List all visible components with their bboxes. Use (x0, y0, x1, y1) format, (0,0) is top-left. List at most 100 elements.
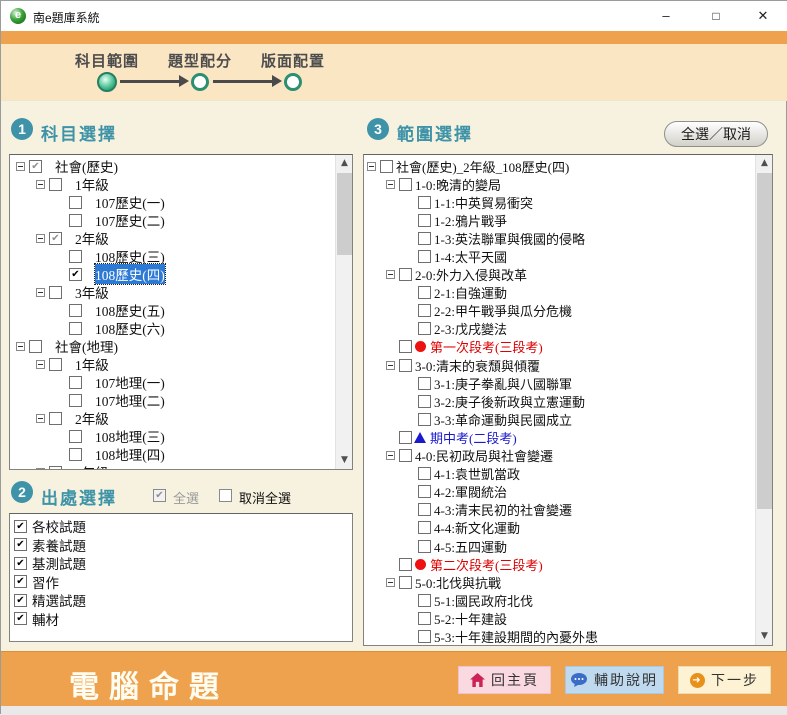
tree-row[interactable]: 社會(歷史)_2年級_108歷史(四) (364, 157, 754, 175)
scrollbar-thumb[interactable] (337, 173, 352, 255)
tree-node-label[interactable]: 社會(地理) (55, 336, 118, 356)
tree-node-label[interactable]: 3年級 (75, 282, 109, 302)
source-item-checkbox[interactable]: ✔ (14, 612, 27, 625)
tree-node-checkbox[interactable] (418, 503, 431, 516)
collapse-toggle-icon[interactable] (16, 342, 25, 351)
tree-row[interactable]: ✔108歷史(四) (10, 265, 334, 283)
subject-tree-scrollbar[interactable]: ▲ ▼ (335, 155, 352, 469)
collapse-toggle-icon[interactable] (36, 360, 45, 369)
tree-node-checkbox[interactable] (69, 322, 82, 335)
tree-node-label[interactable]: 107地理(一) (95, 372, 165, 392)
tree-node-label[interactable]: 期中考(二段考) (430, 428, 517, 447)
source-item[interactable]: ✔精選試題 (10, 591, 352, 610)
tree-row[interactable]: 4-0:民初政局與社會變遷 (364, 447, 754, 465)
tree-node-checkbox[interactable] (69, 448, 82, 461)
collapse-toggle-icon[interactable] (367, 162, 376, 171)
tree-node-checkbox[interactable] (418, 540, 431, 553)
collapse-toggle-icon[interactable] (36, 234, 45, 243)
tree-node-checkbox[interactable] (399, 268, 412, 281)
tree-row[interactable]: 3-3:革命運動與民國成立 (364, 410, 754, 428)
tree-node-label[interactable]: 1-3:英法聯軍與俄國的侵略 (434, 229, 585, 248)
tree-row[interactable]: 2年級 (10, 409, 334, 427)
tree-node-label[interactable]: 1-0:晚清的變局 (415, 175, 501, 194)
step-circle-3[interactable] (284, 73, 302, 91)
tree-row[interactable]: 1年級 (10, 355, 334, 373)
tree-node-label[interactable]: 1-1:中英貿易衝突 (434, 193, 533, 212)
tree-node-label[interactable]: 108歷史(五) (95, 300, 165, 320)
collapse-toggle-icon[interactable] (16, 162, 25, 171)
tree-node-label[interactable]: 3-3:革命運動與民國成立 (434, 410, 572, 429)
tree-node-checkbox[interactable] (49, 412, 62, 425)
source-item-checkbox[interactable]: ✔ (14, 520, 27, 533)
tree-node-label[interactable]: 107地理(二) (95, 390, 165, 410)
source-item[interactable]: ✔輔材 (10, 610, 352, 629)
tree-node-checkbox[interactable] (29, 340, 42, 353)
step-circle-1-active[interactable] (97, 72, 117, 92)
select-all-toggle-button[interactable]: 全選／取消 (664, 121, 768, 147)
tree-node-checkbox[interactable]: ✔ (29, 160, 42, 173)
tree-node-label[interactable]: 1年級 (75, 354, 109, 374)
tree-node-checkbox[interactable] (69, 394, 82, 407)
tree-row[interactable]: 3年級 (10, 283, 334, 301)
tree-node-label[interactable]: 4-2:軍閥統治 (434, 482, 507, 501)
tree-row[interactable]: 5-0:北伐與抗戰 (364, 573, 754, 591)
scroll-up-icon[interactable]: ▲ (756, 155, 773, 172)
collapse-toggle-icon[interactable] (386, 578, 395, 587)
tree-node-checkbox[interactable] (49, 178, 62, 191)
tree-row[interactable]: 3-0:清末的衰頹與傾覆 (364, 356, 754, 374)
tree-node-label[interactable]: 1-4:太平天國 (434, 247, 507, 266)
tree-row[interactable]: 期中考(二段考) (364, 428, 754, 446)
tree-node-checkbox[interactable] (399, 431, 412, 444)
tree-row[interactable]: 第一次段考(三段考) (364, 338, 754, 356)
collapse-toggle-icon[interactable] (36, 180, 45, 189)
tree-row[interactable]: 1-4:太平天國 (364, 247, 754, 265)
tree-node-checkbox[interactable] (69, 196, 82, 209)
tree-row[interactable]: 108歷史(三) (10, 247, 334, 265)
tree-node-label[interactable]: 第二次段考(三段考) (430, 555, 543, 574)
tree-node-checkbox[interactable] (69, 304, 82, 317)
tree-row[interactable]: 社會(地理) (10, 337, 334, 355)
tree-row[interactable]: 5-3:十年建設期間的內憂外患 (364, 627, 754, 645)
tree-node-checkbox[interactable] (418, 232, 431, 245)
home-button[interactable]: 回主頁 (458, 666, 551, 694)
source-item[interactable]: ✔各校試題 (10, 517, 352, 536)
scroll-up-icon[interactable]: ▲ (336, 155, 353, 172)
tree-row[interactable]: 108地理(三) (10, 427, 334, 445)
tree-node-checkbox[interactable] (418, 377, 431, 390)
tree-row[interactable]: 4-4:新文化運動 (364, 519, 754, 537)
tree-node-label[interactable]: 4-3:清末民初的社會變遷 (434, 500, 572, 519)
tree-row[interactable]: 5-2:十年建設 (364, 609, 754, 627)
tree-row[interactable]: 1-2:鴉片戰爭 (364, 211, 754, 229)
tree-node-label[interactable]: 107歷史(一) (95, 192, 165, 212)
tree-row[interactable]: 107歷史(二) (10, 211, 334, 229)
source-item-checkbox[interactable]: ✔ (14, 594, 27, 607)
minimize-button[interactable]: – (646, 1, 686, 31)
tree-node-label[interactable]: 3-0:清末的衰頹與傾覆 (415, 356, 540, 375)
tree-node-label[interactable]: 108地理(三) (95, 426, 165, 446)
tree-node-label[interactable]: 5-3:十年建設期間的內憂外患 (434, 627, 598, 645)
tree-node-label[interactable]: 1-2:鴉片戰爭 (434, 211, 507, 230)
tree-node-label[interactable]: 4-1:袁世凱當政 (434, 464, 520, 483)
tree-row[interactable]: 107地理(二) (10, 391, 334, 409)
tree-row[interactable]: 4-3:清末民初的社會變遷 (364, 501, 754, 519)
collapse-toggle-icon[interactable] (386, 270, 395, 279)
collapse-toggle-icon[interactable] (386, 361, 395, 370)
tree-node-label[interactable]: 108地理(四) (95, 444, 165, 464)
tree-row[interactable]: ✔社會(歷史) (10, 157, 334, 175)
tree-row[interactable]: 第二次段考(三段考) (364, 555, 754, 573)
tree-node-label[interactable]: 社會(歷史)_2年級_108歷史(四) (396, 157, 569, 176)
source-item[interactable]: ✔素養試題 (10, 536, 352, 555)
tree-row[interactable]: 3-1:庚子拳亂與八國聯軍 (364, 374, 754, 392)
tree-row[interactable]: 108地理(四) (10, 445, 334, 463)
tree-row[interactable]: 108歷史(六) (10, 319, 334, 337)
tree-node-label[interactable]: 4-5:五四運動 (434, 537, 507, 556)
source-item[interactable]: ✔基測試題 (10, 554, 352, 573)
maximize-button[interactable]: □ (696, 1, 736, 31)
step-circle-2[interactable] (191, 73, 209, 91)
tree-node-checkbox[interactable] (69, 376, 82, 389)
collapse-toggle-icon[interactable] (386, 180, 395, 189)
tree-row[interactable]: 2-0:外力入侵與改革 (364, 266, 754, 284)
select-all-checkbox[interactable]: ✔ (153, 489, 166, 502)
tree-row[interactable]: 5-1:國民政府北伐 (364, 591, 754, 609)
tree-row[interactable]: 1-0:晚清的變局 (364, 175, 754, 193)
